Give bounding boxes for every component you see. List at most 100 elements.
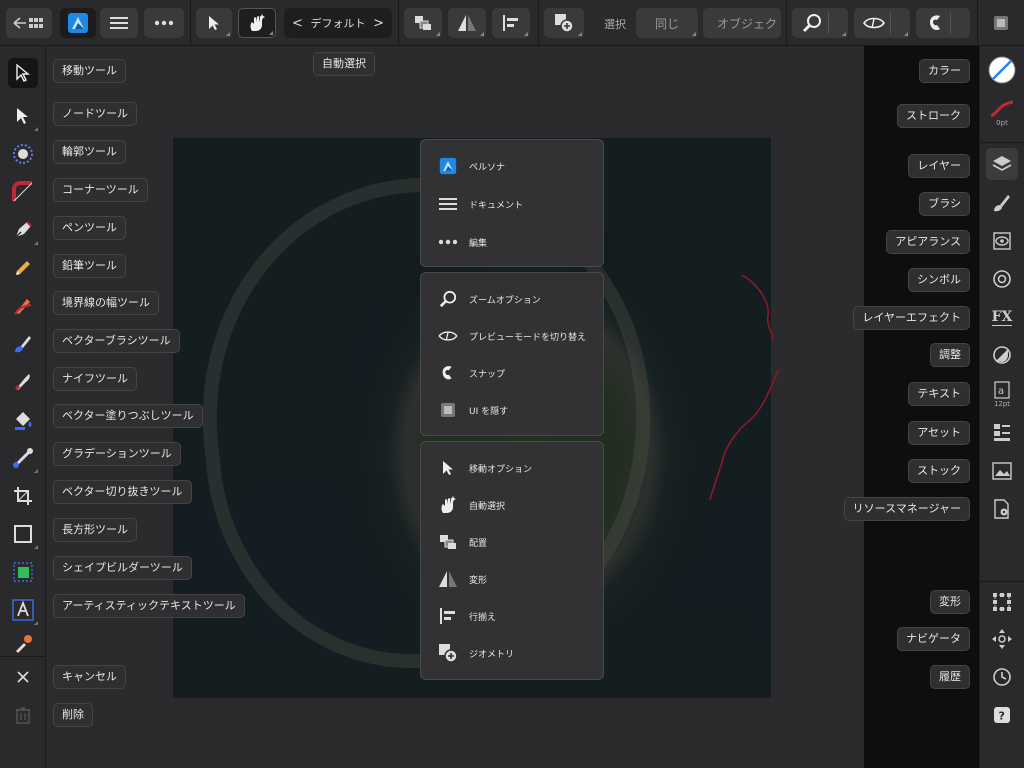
- tooltip-stroke-width-tool: 境界線の幅ツール: [53, 291, 159, 315]
- snapping-button[interactable]: [916, 8, 970, 38]
- layers-studio-button[interactable]: [986, 148, 1018, 180]
- select-object-button[interactable]: オブジェク: [703, 8, 781, 38]
- tooltip-cancel: キャンセル: [53, 665, 126, 689]
- svg-text:a: a: [998, 386, 1004, 397]
- vector-fill-tool[interactable]: [8, 405, 38, 435]
- color-studio-button[interactable]: [986, 54, 1018, 86]
- color-picker-tool[interactable]: [8, 629, 38, 659]
- next-preset-arrow[interactable]: >: [373, 16, 384, 31]
- menu-item-snapping[interactable]: スナップ: [421, 355, 605, 391]
- tooltip-symbols: シンボル: [908, 268, 970, 292]
- brushes-studio-button[interactable]: [986, 187, 1018, 219]
- menu-label: 変形: [469, 575, 488, 586]
- corner-tool[interactable]: [8, 177, 38, 207]
- history-studio-button[interactable]: [986, 661, 1018, 693]
- delete-tool-button[interactable]: [8, 700, 38, 730]
- appearance-icon: [993, 232, 1011, 250]
- pointer-icon: [209, 16, 219, 30]
- navigator-icon: [992, 629, 1012, 649]
- pointer-icon: [443, 461, 453, 475]
- zoom-icon: [439, 290, 457, 308]
- tooltip-stock: ストック: [908, 459, 970, 483]
- selection-preset-control[interactable]: < デフォルト >: [284, 8, 392, 38]
- resource-manager-studio-button[interactable]: [986, 493, 1018, 525]
- text-studio-button[interactable]: a 12pt: [986, 376, 1018, 412]
- preview-mode-button[interactable]: [854, 8, 910, 38]
- edit-menu-button[interactable]: [144, 8, 184, 38]
- transform-button[interactable]: [448, 8, 486, 38]
- back-button[interactable]: [6, 8, 52, 38]
- stroke-studio-button[interactable]: 0pt: [986, 92, 1018, 134]
- preset-label: デフォルト: [310, 17, 366, 30]
- align-button[interactable]: [492, 8, 530, 38]
- menu-item-arrange[interactable]: 配置: [421, 524, 605, 560]
- zoom-options-button[interactable]: [792, 8, 848, 38]
- help-button[interactable]: ?: [986, 699, 1018, 731]
- tooltip-navigator: ナビゲータ: [897, 627, 970, 651]
- tooltip-layers: レイヤー: [908, 154, 970, 178]
- shape-builder-tool[interactable]: [8, 557, 38, 587]
- transform-studio-button[interactable]: [986, 586, 1018, 618]
- tooltip-stroke: ストローク: [897, 104, 970, 128]
- menu-item-persona[interactable]: ペルソナ: [421, 148, 605, 184]
- stroke-width-value: 0pt: [996, 118, 1008, 127]
- tooltip-move-tool: 移動ツール: [53, 59, 126, 83]
- more-icon: [154, 20, 174, 26]
- trash-icon: [16, 707, 30, 724]
- auto-select-button[interactable]: [238, 8, 276, 38]
- object-label: オブジェク: [717, 16, 778, 31]
- menu-item-geometry[interactable]: ジオメトリ: [421, 635, 605, 671]
- layer-effects-studio-button[interactable]: FX: [986, 301, 1018, 333]
- contour-tool[interactable]: [8, 139, 38, 169]
- menu-item-move-options[interactable]: 移動オプション: [421, 450, 605, 486]
- adjustments-studio-button[interactable]: [986, 339, 1018, 371]
- move-tool[interactable]: [8, 58, 38, 88]
- geometry-add-icon: [555, 14, 574, 33]
- menu-item-preview-mode[interactable]: プレビューモードを切り替え: [421, 318, 605, 354]
- prev-preset-arrow[interactable]: <: [292, 16, 303, 31]
- persona-button[interactable]: [60, 8, 96, 38]
- studio-panel-bar: 0pt FX a 12pt ?: [979, 46, 1024, 768]
- menu-item-hide-ui[interactable]: UI を隠す: [421, 392, 605, 428]
- assets-icon: [994, 424, 1010, 441]
- geometry-button[interactable]: [544, 8, 584, 38]
- gradient-tool[interactable]: [8, 443, 38, 473]
- navigator-studio-button[interactable]: [986, 623, 1018, 655]
- transform-grid-icon: [993, 593, 1011, 611]
- menu-item-auto-select[interactable]: 自動選択: [421, 487, 605, 523]
- appearance-studio-button[interactable]: [986, 225, 1018, 257]
- menu-item-zoom-options[interactable]: ズームオプション: [421, 281, 605, 317]
- pencil-tool[interactable]: [8, 253, 38, 283]
- hide-ui-icon: [441, 403, 455, 417]
- menu-item-edit[interactable]: 編集: [421, 224, 605, 260]
- tooltip-vector-fill-tool: ベクター塗りつぶしツール: [53, 404, 203, 428]
- corner-tool-icon: [12, 181, 33, 202]
- vector-brush-tool[interactable]: [8, 329, 38, 359]
- knife-tool[interactable]: [8, 367, 38, 397]
- close-icon: [17, 671, 29, 683]
- arrange-button[interactable]: [404, 8, 442, 38]
- node-tool[interactable]: [8, 101, 38, 131]
- pen-tool[interactable]: [8, 215, 38, 245]
- artistic-text-tool[interactable]: [8, 595, 38, 625]
- stroke-width-tool[interactable]: [8, 291, 38, 321]
- cancel-tool-button[interactable]: [8, 662, 38, 692]
- menu-item-transform[interactable]: 変形: [421, 561, 605, 597]
- tooltip-transform: 変形: [930, 590, 970, 614]
- select-same-button[interactable]: 同じ: [636, 8, 698, 38]
- move-options-button[interactable]: [196, 8, 232, 38]
- designer-persona-icon: [68, 13, 88, 33]
- shape-builder-icon: [13, 562, 33, 582]
- hide-ui-button[interactable]: [986, 8, 1016, 38]
- crop-icon: [14, 487, 32, 505]
- assets-studio-button[interactable]: [986, 417, 1018, 449]
- symbols-studio-button[interactable]: [986, 263, 1018, 295]
- document-menu-button[interactable]: [100, 8, 138, 38]
- stock-studio-button[interactable]: [986, 455, 1018, 487]
- menu-item-document[interactable]: ドキュメント: [421, 186, 605, 222]
- rectangle-tool[interactable]: [8, 519, 38, 549]
- menu-item-align[interactable]: 行揃え: [421, 598, 605, 634]
- symbols-icon: [993, 270, 1011, 288]
- node-tool-icon: [17, 108, 28, 124]
- vector-crop-tool[interactable]: [8, 481, 38, 511]
